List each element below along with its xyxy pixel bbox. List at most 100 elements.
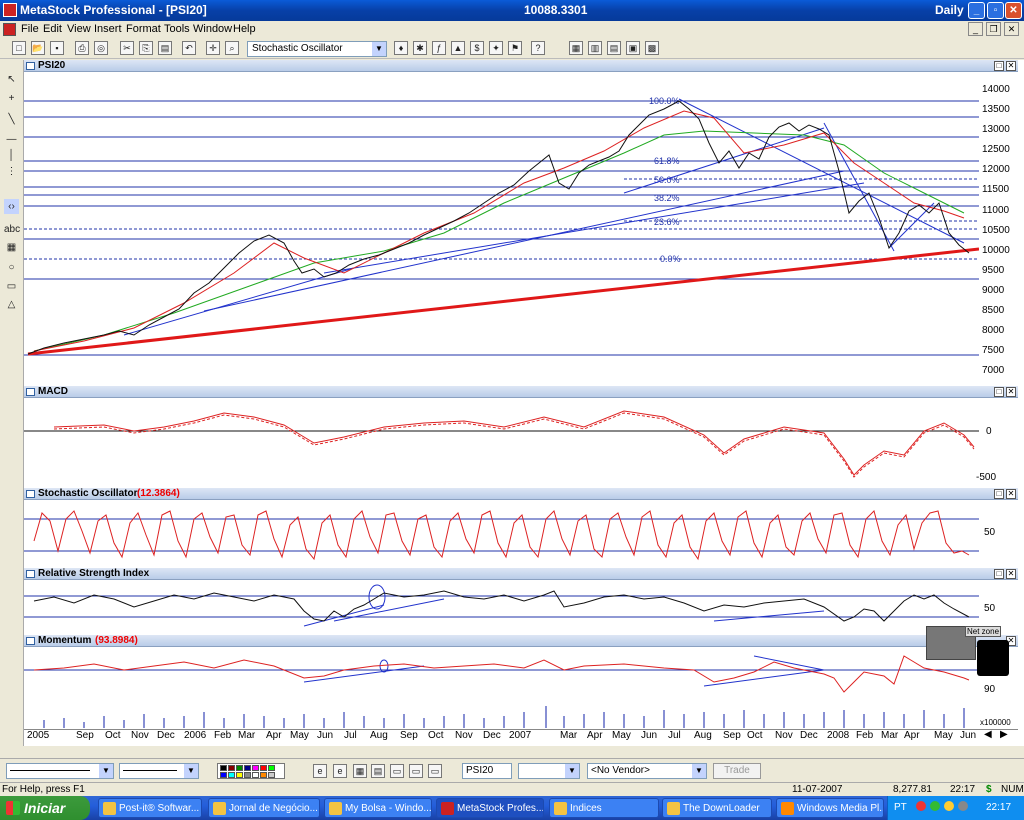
news-icon[interactable]: e [333,764,347,778]
stochastic-chart[interactable] [24,501,979,567]
rsi-chart[interactable] [24,581,979,633]
layout-top-icon[interactable]: ▭ [390,764,404,778]
crosshair-tool-icon[interactable]: + [4,91,19,106]
task-metastock[interactable]: MetaStock Profes... [436,798,544,818]
zoom-icon[interactable]: ⌕ [225,41,239,55]
scroll-left-icon[interactable]: ◀ [984,729,992,740]
trendline-icon[interactable]: ╲ [4,112,19,127]
crosshair-icon[interactable]: ✛ [206,41,220,55]
print-icon[interactable]: ⎙ [75,41,89,55]
metastock-app-icon[interactable] [3,3,17,17]
line-weight-select[interactable]: ▼ [119,763,199,779]
pane-restore-button[interactable]: □ [994,569,1004,579]
grid-icon[interactable]: ▦ [4,240,19,255]
color-swatch[interactable] [228,765,235,771]
arrange-icon[interactable]: ▣ [626,41,640,55]
scan-icon[interactable]: ⚑ [508,41,522,55]
color-swatch[interactable] [228,772,235,778]
mdi-minimize-button[interactable]: _ [968,22,983,36]
task-downloader[interactable]: The DownLoader [662,798,772,818]
pane-close-button[interactable]: ✕ [1006,61,1016,71]
color-swatch[interactable] [220,765,227,771]
expert-advisor-icon[interactable]: ♦ [394,41,408,55]
mdi-close-button[interactable]: ✕ [1004,22,1019,36]
color-swatch[interactable] [236,772,243,778]
tray-icon[interactable] [958,801,968,811]
internet-explorer-icon[interactable]: e [313,764,327,778]
color-swatch[interactable] [260,772,267,778]
color-swatch[interactable] [220,772,227,778]
close-button[interactable]: ✕ [1005,2,1022,19]
minimize-button[interactable]: _ [968,2,985,19]
exchange-select[interactable]: ▼ [518,763,580,779]
print-preview-icon[interactable]: ◎ [94,41,108,55]
ellipse-icon[interactable]: ○ [4,260,19,275]
fibonacci-icon[interactable]: ⋮ [4,164,19,179]
report-icon[interactable]: ▤ [371,764,385,778]
task-mediaplayer[interactable]: Windows Media Pl... [776,798,884,818]
context-help-icon[interactable]: ? [531,41,545,55]
color-swatch[interactable] [244,765,251,771]
menu-help[interactable]: Help [233,23,256,35]
cycle-lines-icon[interactable]: ‹› [4,199,19,214]
task-indices[interactable]: Indices [549,798,659,818]
clock[interactable]: 22:17 [986,802,1011,813]
color-swatch[interactable] [268,772,275,778]
pane-restore-button[interactable]: □ [994,61,1004,71]
macd-chart[interactable] [24,399,979,485]
explorer-icon[interactable]: ✱ [413,41,427,55]
save-icon[interactable]: ▪ [50,41,64,55]
document-icon[interactable] [3,23,16,36]
undo-icon[interactable]: ↶ [182,41,196,55]
menu-format[interactable]: Format [126,23,161,35]
rectangle-icon[interactable]: ▭ [4,279,19,294]
maximize-button[interactable]: ▫ [987,2,1004,19]
pane-close-button[interactable]: ✕ [1006,489,1016,499]
language-indicator[interactable]: PT [894,802,907,813]
task-mybolsa[interactable]: My Bolsa - Windo... [324,798,432,818]
paste-icon[interactable]: ▤ [158,41,172,55]
tray-icon[interactable] [944,801,954,811]
menu-view[interactable]: View [67,23,91,35]
text-icon[interactable]: abc [4,222,20,237]
menu-file[interactable]: File [21,23,39,35]
menu-edit[interactable]: Edit [43,23,62,35]
chart-icon[interactable]: ✦ [489,41,503,55]
pointer-icon[interactable]: ↖ [4,72,19,87]
new-icon[interactable]: □ [12,41,26,55]
color-swatch[interactable] [260,765,267,771]
indicator-select[interactable]: Stochastic Oscillator ▼ [247,41,387,57]
triangle-icon[interactable]: △ [4,297,19,312]
menu-tools[interactable]: Tools [164,23,190,35]
tray-icon[interactable] [916,801,926,811]
color-swatch[interactable] [244,772,251,778]
open-icon[interactable]: 📂 [31,41,45,55]
line-style-select[interactable]: ▼ [6,763,114,779]
task-jornal[interactable]: Jornal de Negócio... [208,798,320,818]
vendor-select[interactable]: <No Vendor> ▼ [587,763,707,779]
long-term-trendline[interactable] [27,247,979,356]
trade-button[interactable]: Trade [713,763,761,779]
cut-icon[interactable]: ✂ [120,41,134,55]
color-swatch[interactable] [268,765,275,771]
tile-horizontal-icon[interactable]: ▤ [607,41,621,55]
vertical-line-icon[interactable]: │ [4,148,19,163]
price-chart[interactable]: 100.0% 61.8% 50.0% 38.2% 23.6% 0.0% [24,73,979,384]
pane-restore-button[interactable]: □ [994,489,1004,499]
color-swatch[interactable] [252,772,259,778]
start-button[interactable]: Iniciar [0,796,90,820]
formula-icon[interactable]: ƒ [432,41,446,55]
pane-restore-button[interactable]: □ [994,387,1004,397]
dollar-icon[interactable]: $ [470,41,484,55]
pane-close-button[interactable]: ✕ [1006,569,1016,579]
task-postit[interactable]: Post-it® Softwar... [98,798,202,818]
volume-chart[interactable] [24,704,979,728]
tile-vertical-icon[interactable]: ▥ [588,41,602,55]
security-field[interactable]: PSI20 [462,763,512,779]
color-palette[interactable] [217,763,285,779]
layout-mid-icon[interactable]: ▭ [409,764,423,778]
cascade-icon[interactable]: ▦ [569,41,583,55]
pane-close-button[interactable]: ✕ [1006,387,1016,397]
layout-icon[interactable]: ▩ [645,41,659,55]
calendar-icon[interactable]: ▦ [353,764,367,778]
